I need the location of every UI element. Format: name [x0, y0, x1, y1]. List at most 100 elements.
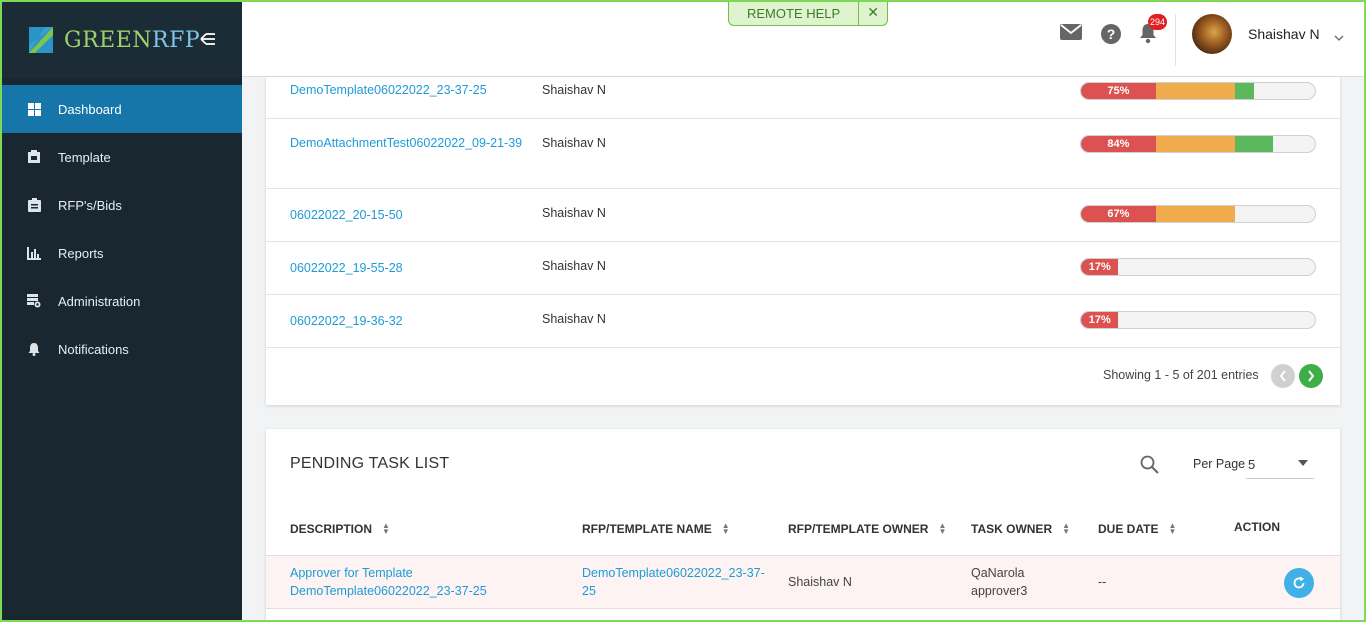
sort-icon[interactable]: ▲ ▼ — [1168, 522, 1176, 536]
progress-segment-orange — [1155, 83, 1236, 99]
remote-help-button[interactable]: REMOTE HELP — [729, 2, 858, 25]
progress-bar: 67% — [1080, 205, 1316, 223]
brand-green: GREEN — [64, 27, 153, 53]
column-header-label: RFP/TEMPLATE NAME — [582, 522, 712, 536]
sidebar: GREENRFP Dashboard Template RFP's/Bids R… — [2, 2, 242, 620]
progress-bar: 17% — [1080, 258, 1316, 276]
table-row: 06022022_20-15-50 Shaishav N 67% — [266, 189, 1340, 242]
avatar[interactable] — [1192, 14, 1232, 54]
sidebar-item-label: Notifications — [58, 341, 129, 357]
bar-chart-icon — [26, 245, 42, 261]
sidebar-item-template[interactable]: Template — [2, 133, 242, 181]
column-header-label: DUE DATE — [1098, 522, 1159, 536]
sidebar-item-rfps[interactable]: RFP's/Bids — [2, 181, 242, 229]
pending-task-card: PENDING TASK LIST Per Page 5 DESCRIPTION… — [266, 429, 1340, 622]
bell-icon — [26, 341, 42, 357]
sort-icon[interactable]: ▲ ▼ — [938, 522, 946, 536]
svg-text:?: ? — [1107, 26, 1116, 42]
rfp-list-card: DemoTemplate06022022_23-37-25 Shaishav N… — [266, 77, 1340, 405]
mail-icon[interactable] — [1060, 24, 1082, 45]
brand-name[interactable]: GREENRFP — [64, 28, 200, 53]
progress-segment-orange — [1155, 206, 1236, 222]
task-due-date: -- — [1098, 575, 1107, 589]
progress-bar: 84% — [1080, 135, 1316, 153]
table-row: DemoAttachmentTest06022022_09-21-39 Shai… — [266, 119, 1340, 189]
per-page-select[interactable]: 5 — [1246, 451, 1314, 479]
task-rfp-name-link[interactable]: DemoTemplate06022022_23-37-25 — [582, 564, 778, 600]
caret-down-icon — [1298, 460, 1308, 466]
notification-count-badge: 294 — [1148, 14, 1168, 30]
pagination-info: Showing 1 - 5 of 201 entries — [1103, 368, 1259, 382]
sidebar-item-reports[interactable]: Reports — [2, 229, 242, 277]
template-icon — [26, 149, 42, 165]
progress-label: 17% — [1081, 259, 1119, 275]
chevron-down-icon[interactable] — [1334, 28, 1344, 46]
header-divider — [1175, 14, 1176, 66]
sidebar-item-notifications[interactable]: Notifications — [2, 325, 242, 373]
table-row: DemoTemplate06022022_23-37-25 Shaishav N… — [266, 77, 1340, 119]
sidebar-item-label: Reports — [58, 245, 104, 261]
rfp-name-link[interactable]: 06022022_19-55-28 — [290, 259, 530, 277]
column-header-label: DESCRIPTION — [290, 522, 373, 536]
sidebar-item-label: Administration — [58, 293, 141, 309]
rfp-owner: Shaishav N — [542, 259, 606, 273]
column-header-rfp-name[interactable]: RFP/TEMPLATE NAME ▲ ▼ — [582, 522, 730, 537]
refresh-action-button[interactable] — [1284, 568, 1314, 598]
sort-icon[interactable]: ▲ ▼ — [1062, 522, 1070, 536]
rfp-name-link[interactable]: 06022022_20-15-50 — [290, 206, 530, 224]
column-header-description[interactable]: DESCRIPTION ▲ ▼ — [290, 522, 390, 537]
user-name[interactable]: Shaishav N — [1248, 26, 1320, 42]
rfp-owner: Shaishav N — [542, 206, 606, 220]
task-owner: QaNarola approver3 — [971, 566, 1028, 598]
dashboard-icon — [26, 101, 42, 117]
progress-segment-orange — [1155, 136, 1236, 152]
rfp-name-link[interactable]: DemoAttachmentTest06022022_09-21-39 — [290, 134, 530, 152]
progress-label: 75% — [1081, 83, 1156, 99]
sidebar-item-administration[interactable]: Administration — [2, 277, 242, 325]
admin-icon — [26, 293, 42, 309]
logo-icon — [28, 25, 56, 55]
remote-help-banner: REMOTE HELP ✕ — [728, 2, 888, 26]
sidebar-item-label: RFP's/Bids — [58, 197, 122, 213]
task-description-link[interactable]: Approver for Template DemoTemplate060220… — [290, 564, 550, 600]
rfp-owner: Shaishav N — [542, 83, 606, 97]
table-row: Approver for Template DemoTemplate060220… — [266, 555, 1340, 609]
rfp-owner: Shaishav N — [542, 312, 606, 326]
sidebar-item-label: Template — [58, 149, 111, 165]
rfp-name-link[interactable]: DemoTemplate06022022_23-37-25 — [290, 81, 530, 99]
previous-page-button[interactable] — [1271, 364, 1295, 388]
brand-rfp: RFP — [152, 27, 201, 53]
sidebar-item-dashboard[interactable]: Dashboard — [2, 85, 242, 133]
search-icon[interactable] — [1140, 455, 1159, 479]
per-page-label: Per Page — [1193, 457, 1246, 471]
sort-icon[interactable]: ▲ ▼ — [722, 522, 730, 536]
progress-segment-green — [1235, 136, 1273, 152]
rfp-owner: Shaishav N — [542, 136, 606, 150]
column-header-label: RFP/TEMPLATE OWNER — [788, 522, 929, 536]
column-header-label: ACTION — [1234, 520, 1280, 534]
top-header: REMOTE HELP ✕ ? 294 Shaishav N — [242, 2, 1364, 77]
clipboard-icon — [26, 197, 42, 213]
remote-help-close-icon[interactable]: ✕ — [858, 2, 887, 25]
table-row: 06022022_19-36-32 Shaishav N 17% — [266, 295, 1340, 348]
progress-label: 17% — [1081, 312, 1119, 328]
column-header-due-date[interactable]: DUE DATE ▲ ▼ — [1098, 522, 1176, 537]
per-page-value: 5 — [1248, 457, 1256, 472]
progress-label: 67% — [1081, 206, 1156, 222]
progress-bar: 75% — [1080, 82, 1316, 100]
column-header-rfp-owner[interactable]: RFP/TEMPLATE OWNER ▲ ▼ — [788, 522, 946, 537]
column-header-task-owner[interactable]: TASK OWNER ▲ ▼ — [971, 522, 1070, 537]
column-header-action: ACTION — [1234, 520, 1280, 534]
task-rfp-owner: Shaishav N — [788, 575, 852, 589]
sort-icon[interactable]: ▲ ▼ — [382, 522, 390, 536]
help-icon[interactable]: ? — [1100, 23, 1122, 50]
rfp-name-link[interactable]: 06022022_19-36-32 — [290, 312, 530, 330]
sidebar-item-label: Dashboard — [58, 101, 122, 117]
progress-label: 84% — [1081, 136, 1156, 152]
table-row: 06022022_19-55-28 Shaishav N 17% — [266, 242, 1340, 295]
next-page-button[interactable] — [1299, 364, 1323, 388]
collapse-sidebar-icon[interactable] — [200, 30, 216, 51]
pending-task-title: PENDING TASK LIST — [290, 455, 450, 472]
progress-segment-green — [1235, 83, 1255, 99]
progress-bar: 17% — [1080, 311, 1316, 329]
